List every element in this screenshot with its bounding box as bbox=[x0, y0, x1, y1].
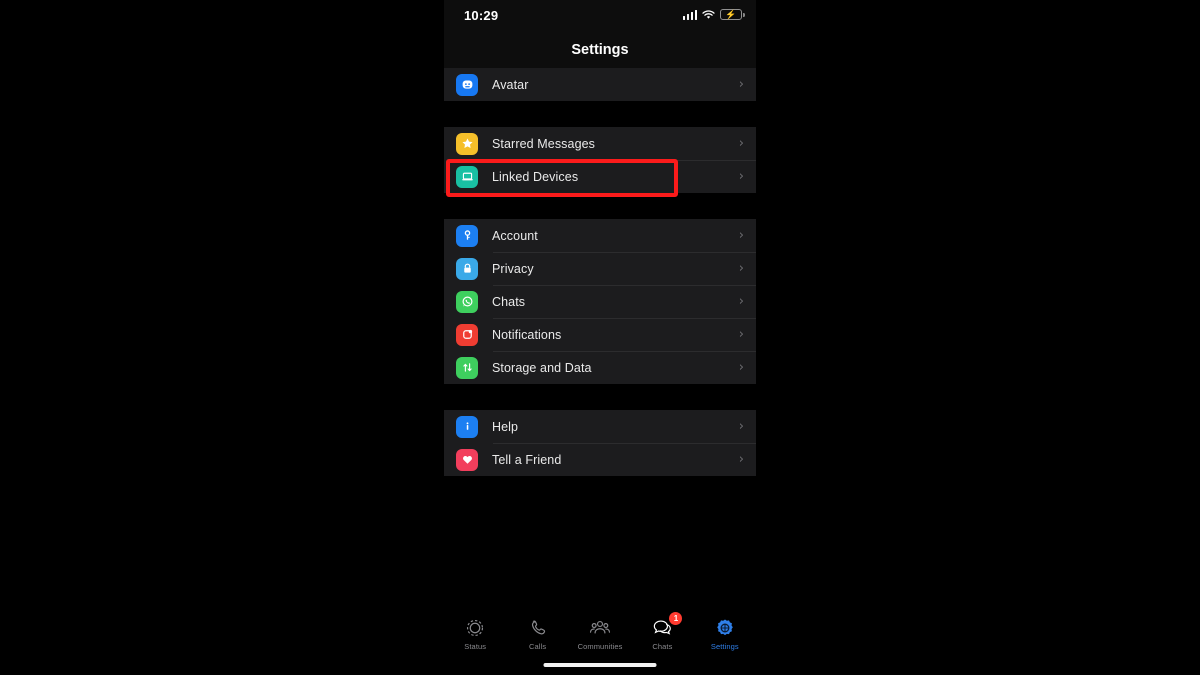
bell-icon bbox=[456, 323, 478, 346]
communities-icon bbox=[589, 617, 611, 639]
chats-badge: 1 bbox=[669, 612, 683, 625]
chevron-right-icon: › bbox=[738, 452, 744, 467]
tab-communities[interactable]: Communities bbox=[569, 617, 631, 651]
status-bar-indicators: ⚡ bbox=[682, 9, 745, 20]
settings-row-notifications[interactable]: Notifications › bbox=[444, 318, 756, 351]
status-ring-icon bbox=[465, 617, 485, 639]
tab-label: Communities bbox=[577, 642, 623, 651]
tab-calls[interactable]: Calls bbox=[506, 617, 568, 651]
chevron-right-icon: › bbox=[738, 261, 744, 276]
battery-charging-icon: ⚡ bbox=[720, 9, 745, 20]
chevron-right-icon: › bbox=[738, 327, 744, 342]
avatar-icon bbox=[456, 73, 478, 96]
chevron-right-icon: › bbox=[738, 77, 744, 92]
status-bar-time: 10:29 bbox=[464, 8, 499, 23]
tab-label: Calls bbox=[529, 642, 547, 651]
support-group: Help › Tell a Friend › bbox=[444, 410, 756, 476]
chevron-right-icon: › bbox=[738, 136, 744, 151]
lock-icon bbox=[456, 257, 478, 280]
arrows-up-down-icon bbox=[456, 356, 478, 379]
shortcuts-group: Starred Messages › Linked Devices › bbox=[444, 127, 756, 193]
tab-label: Chats bbox=[652, 642, 673, 651]
settings-row-label: Tell a Friend bbox=[492, 452, 562, 467]
settings-row-label: Help bbox=[492, 419, 519, 434]
tab-chats[interactable]: 1 Chats bbox=[631, 612, 693, 651]
profile-group: Avatar › bbox=[444, 68, 756, 101]
chevron-right-icon: › bbox=[738, 419, 744, 434]
chats-icon: 1 bbox=[651, 612, 683, 639]
page-title: Settings bbox=[444, 32, 756, 68]
chevron-right-icon: › bbox=[738, 228, 744, 243]
settings-row-help[interactable]: Help › bbox=[444, 410, 756, 443]
phone-screen: 10:29 ⚡ Settings Avatar › Starred Messag… bbox=[444, 0, 756, 675]
settings-row-avatar[interactable]: Avatar › bbox=[444, 68, 756, 101]
settings-row-label: Chats bbox=[492, 294, 526, 309]
tab-settings[interactable]: Settings bbox=[694, 617, 756, 651]
chevron-right-icon: › bbox=[738, 294, 744, 309]
laptop-icon bbox=[456, 165, 478, 188]
tab-label: Status bbox=[464, 642, 487, 651]
settings-row-label: Privacy bbox=[492, 261, 534, 276]
wifi-icon bbox=[702, 9, 715, 20]
chevron-right-icon: › bbox=[738, 360, 744, 375]
settings-row-chats[interactable]: Chats › bbox=[444, 285, 756, 318]
home-indicator bbox=[543, 663, 657, 667]
settings-row-storage-and-data[interactable]: Storage and Data › bbox=[444, 351, 756, 384]
settings-row-label: Starred Messages bbox=[492, 136, 596, 151]
heart-icon bbox=[456, 448, 478, 471]
screenshot-root: 10:29 ⚡ Settings Avatar › Starred Messag… bbox=[0, 0, 1200, 675]
settings-row-label: Linked Devices bbox=[492, 169, 579, 184]
gear-icon bbox=[715, 617, 735, 639]
chat-bubble-icon bbox=[456, 290, 478, 313]
settings-row-tell-a-friend[interactable]: Tell a Friend › bbox=[444, 443, 756, 476]
key-icon bbox=[456, 224, 478, 247]
tab-status[interactable]: Status bbox=[444, 617, 506, 651]
settings-row-label: Storage and Data bbox=[492, 360, 592, 375]
star-icon bbox=[456, 132, 478, 155]
settings-row-starred-messages[interactable]: Starred Messages › bbox=[444, 127, 756, 160]
settings-row-linked-devices[interactable]: Linked Devices › bbox=[444, 160, 756, 193]
status-bar: 10:29 ⚡ bbox=[444, 0, 756, 32]
tab-label: Settings bbox=[710, 642, 739, 651]
phone-icon bbox=[528, 617, 548, 639]
preferences-group: Account › Privacy › Chats › Notification… bbox=[444, 219, 756, 384]
chevron-right-icon: › bbox=[738, 169, 744, 184]
settings-row-label: Avatar bbox=[492, 77, 529, 92]
settings-row-account[interactable]: Account › bbox=[444, 219, 756, 252]
cellular-signal-icon bbox=[682, 10, 697, 20]
settings-row-label: Account bbox=[492, 228, 538, 243]
info-icon bbox=[456, 415, 478, 438]
settings-row-label: Notifications bbox=[492, 327, 562, 342]
settings-row-privacy[interactable]: Privacy › bbox=[444, 252, 756, 285]
